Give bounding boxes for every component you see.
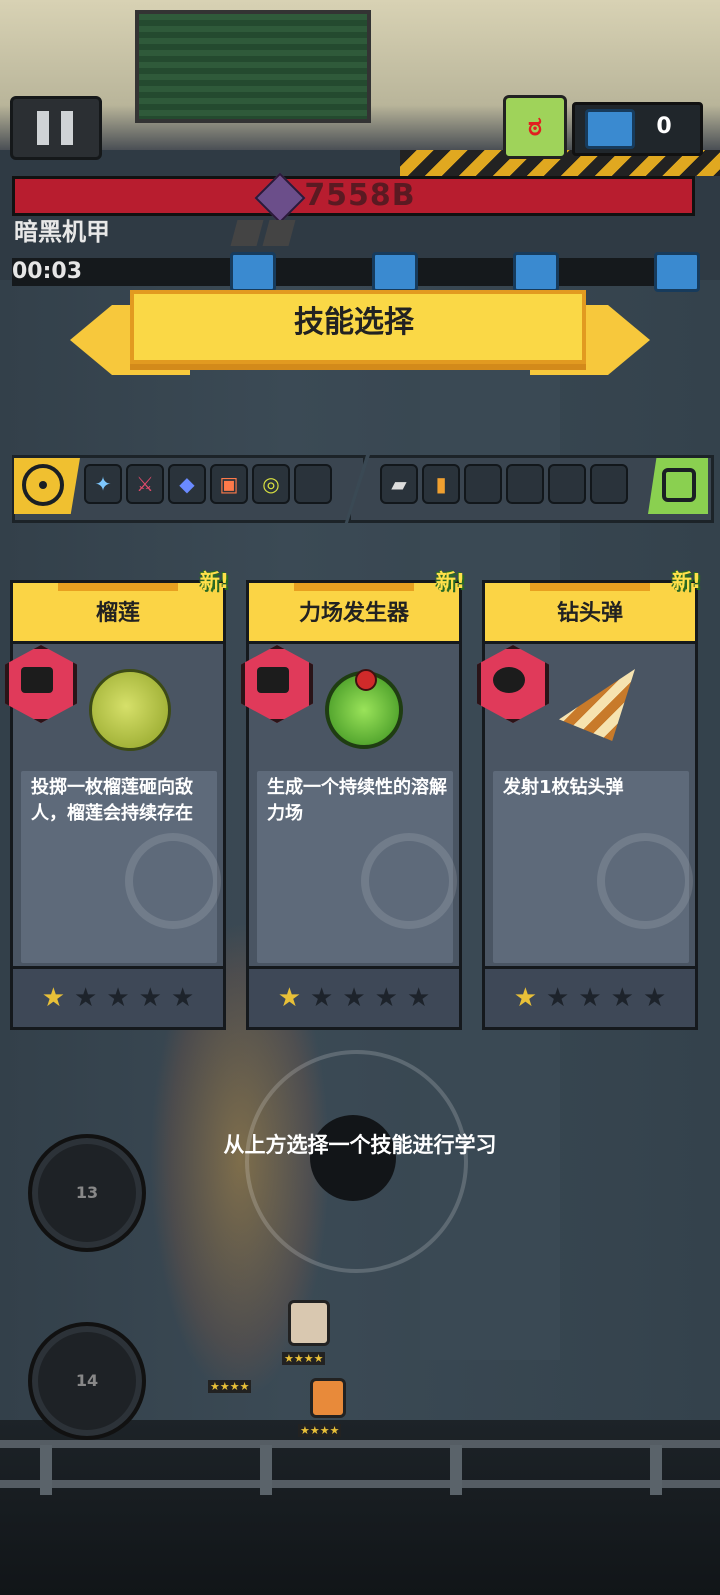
sneaker-icon: ▰ — [380, 464, 418, 504]
star-icon: ★ — [170, 983, 195, 1013]
star-icon: ★ — [546, 983, 570, 1013]
gear-icon — [477, 645, 549, 723]
hero-stars: ★★★★ — [298, 1424, 342, 1437]
codex-icon — [662, 468, 696, 502]
page-title: 技能选择 — [294, 305, 414, 340]
hero-sprite — [310, 1378, 346, 1418]
boss-trait-icon — [262, 220, 296, 246]
pause-icon — [61, 111, 73, 145]
blue-crystal-icon: ◆ — [168, 464, 206, 504]
battery-icon: ▮ — [422, 464, 460, 504]
crimson-blade-icon: ⚔ — [126, 464, 164, 504]
chest-count: 0 — [656, 114, 672, 139]
boss-portrait-icon: ಠ — [503, 95, 567, 159]
rail-post — [260, 1445, 272, 1495]
skill-card-drill-shot[interactable]: 钻头弹 新! 发射1枚钻头弹 ★ ★ ★ ★ ★ — [477, 569, 701, 1030]
wave-chest-icon — [654, 252, 700, 292]
star-icon: ★ — [406, 983, 431, 1013]
wave-progress-bar — [12, 258, 695, 286]
garage-door — [135, 10, 371, 123]
empty-slot — [464, 464, 502, 504]
card-title: 榴莲 — [95, 601, 140, 626]
empty-slot — [294, 464, 332, 504]
skill-cooldown: 13 — [75, 1183, 99, 1202]
empty-slot — [506, 464, 544, 504]
drill-icon — [553, 665, 641, 745]
star-icon: ★ — [374, 983, 398, 1013]
boss-hp-value: 7558B — [304, 178, 416, 213]
rail-post — [40, 1445, 52, 1495]
crosshair-icon — [39, 481, 47, 489]
card-title: 钻头弹 — [556, 601, 623, 626]
selection-hint: 从上方选择一个技能进行学习 — [223, 1133, 497, 1157]
skill-button-2[interactable]: 14 — [28, 1322, 146, 1440]
guard-rail — [0, 1480, 720, 1488]
card-description: 投掷一枚榴莲砸向敌人，榴莲会持续存在 — [31, 777, 193, 824]
chest-icon — [585, 109, 635, 149]
hero-sprite — [288, 1300, 330, 1346]
card-description: 发射1枚钻头弹 — [503, 777, 624, 798]
star-icon: ★ — [642, 983, 667, 1013]
star-icon: ★ — [277, 983, 302, 1013]
crosshair-watermark-icon — [361, 833, 457, 929]
skill-card-force-field[interactable]: 力场发生器 新! 生成一个持续性的溶解力场 ★ ★ ★ ★ ★ — [241, 569, 465, 1030]
force-field-icon — [317, 665, 405, 749]
star-icon: ★ — [513, 983, 538, 1013]
robot-icon — [5, 645, 77, 723]
wave-chest-icon — [230, 252, 276, 292]
skill-card-durian[interactable]: 榴莲 新! 投掷一枚榴莲砸向敌人，榴莲会持续存在 ★ ★ ★ ★ ★ — [5, 569, 229, 1030]
fire-scroll-icon: ▣ — [210, 464, 248, 504]
star-icon: ★ — [578, 983, 602, 1013]
rail-post — [450, 1445, 462, 1495]
star-icon: ★ — [41, 983, 66, 1013]
durian-icon — [81, 665, 171, 751]
yellow-disc-icon: ◎ — [252, 464, 290, 504]
guard-rail — [0, 1440, 720, 1448]
new-label: 新! — [435, 569, 465, 593]
wave-chest-icon — [372, 252, 418, 292]
machine-icon — [241, 645, 313, 723]
rail-post — [650, 1445, 662, 1495]
magic-wand-icon: ✦ — [84, 464, 122, 504]
battle-timer: 00:03 — [12, 259, 83, 284]
boss-trait-icon — [230, 220, 264, 246]
star-icon: ★ — [106, 983, 130, 1013]
pause-button[interactable] — [10, 96, 102, 160]
hero-stars: ★★★★ — [208, 1380, 252, 1393]
star-icon: ★ — [610, 983, 634, 1013]
empty-slot — [548, 464, 586, 504]
crosshair-watermark-icon — [597, 833, 693, 929]
new-label: 新! — [199, 569, 229, 593]
star-icon: ★ — [310, 983, 334, 1013]
new-label: 新! — [671, 569, 701, 593]
boss-name: 暗黑机甲 — [14, 218, 110, 246]
card-star-rating: ★ ★ ★ ★ ★ — [485, 966, 695, 1027]
skill-cooldown: 14 — [75, 1371, 99, 1390]
card-title: 力场发生器 — [298, 601, 409, 626]
pause-icon — [37, 111, 49, 145]
wave-chest-icon — [513, 252, 559, 292]
star-icon: ★ — [342, 983, 366, 1013]
empty-slot — [590, 464, 628, 504]
card-description: 生成一个持续性的溶解力场 — [267, 777, 447, 824]
hero-stars: ★★★★ — [282, 1352, 326, 1365]
crosshair-watermark-icon — [125, 833, 221, 929]
star-icon: ★ — [74, 983, 98, 1013]
card-star-rating: ★ ★ ★ ★ ★ — [13, 966, 223, 1027]
star-icon: ★ — [138, 983, 162, 1013]
card-star-rating: ★ ★ ★ ★ ★ — [249, 966, 459, 1027]
